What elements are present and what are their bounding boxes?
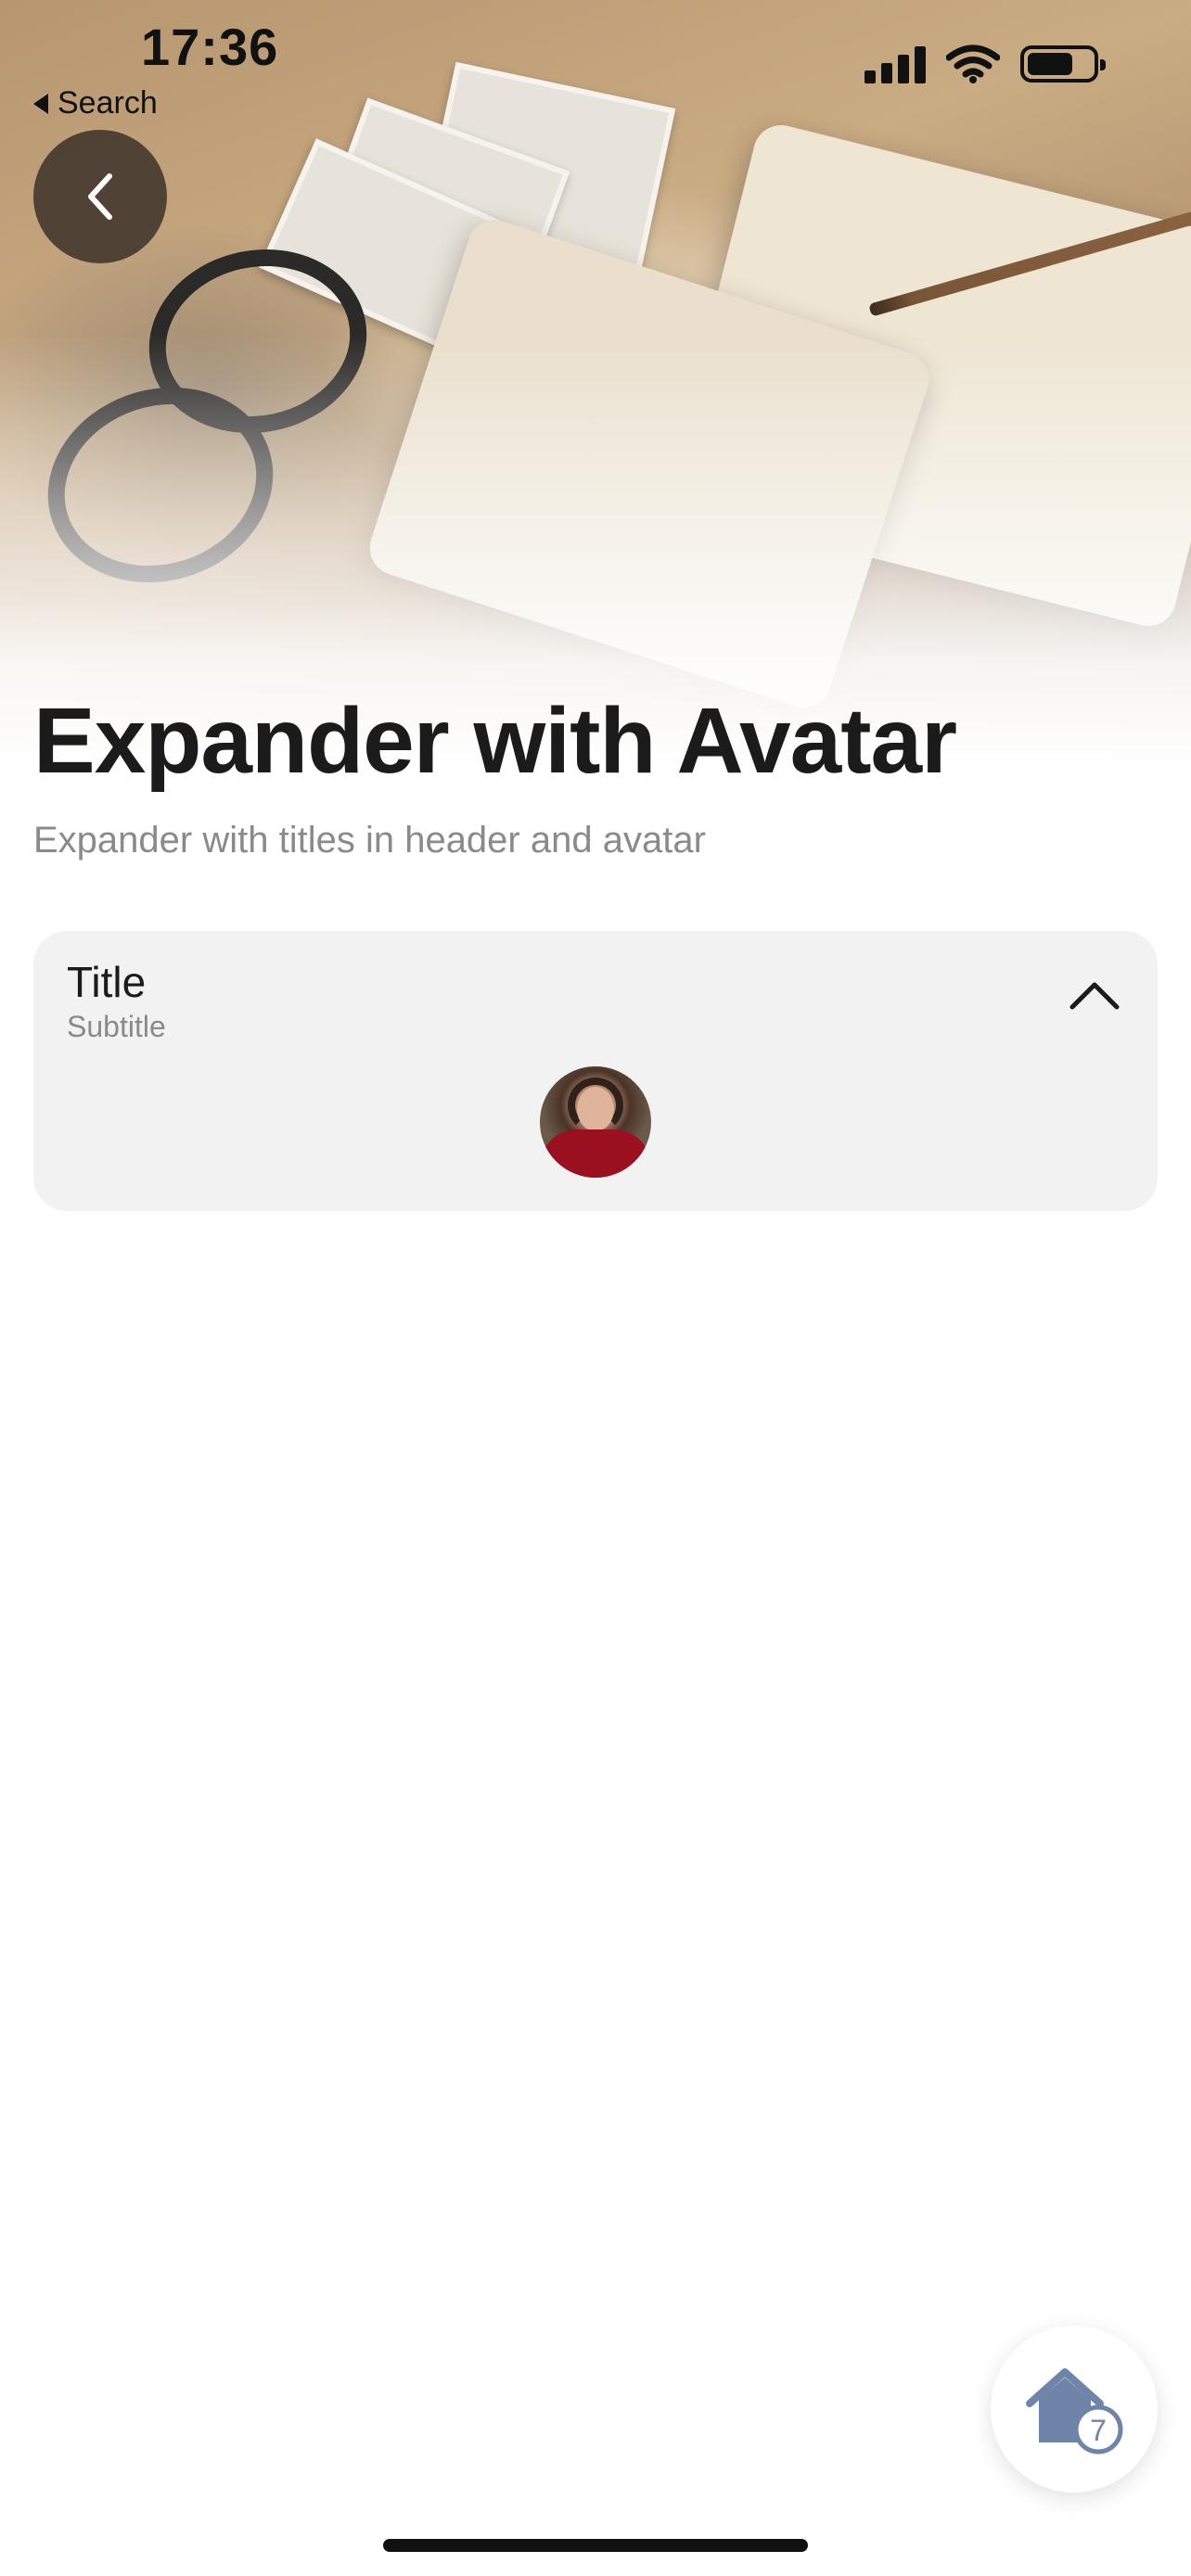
- wifi-icon: [946, 45, 1000, 83]
- home-badge-count: 7: [1090, 2414, 1107, 2447]
- status-time: 17:36: [141, 18, 279, 76]
- status-back-to-app[interactable]: Search: [33, 85, 158, 121]
- status-back-label: Search: [58, 85, 158, 121]
- avatar: [540, 1066, 651, 1178]
- home-icon: 7: [1026, 2368, 1123, 2455]
- chevron-up-icon[interactable]: [1069, 976, 1121, 1013]
- cellular-signal-icon: [864, 45, 926, 83]
- chevron-left-icon: [88, 173, 112, 220]
- back-triangle-icon: [33, 93, 48, 114]
- expander-title: Title: [67, 958, 147, 1006]
- home-indicator[interactable]: [383, 2539, 808, 2552]
- home-fab-button[interactable]: 7: [991, 2326, 1158, 2493]
- expander-card[interactable]: Title Subtitle: [33, 931, 1158, 1211]
- expander-subtitle: Subtitle: [67, 1010, 166, 1043]
- status-icons: [864, 45, 1106, 83]
- page-title: Expander with Avatar: [33, 689, 957, 793]
- battery-icon: [1020, 45, 1106, 83]
- back-button[interactable]: [33, 130, 167, 263]
- page-subtitle: Expander with titles in header and avata…: [33, 820, 706, 861]
